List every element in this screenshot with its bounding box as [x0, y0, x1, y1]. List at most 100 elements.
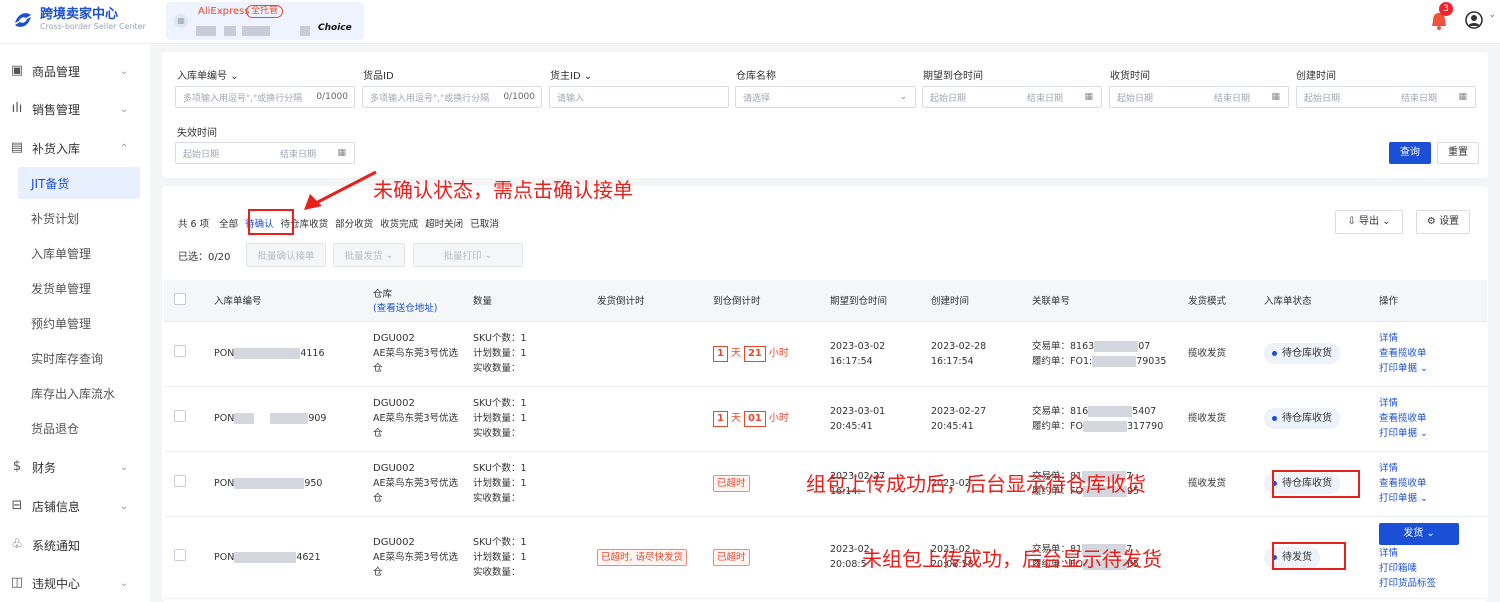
sidebar-sub-flow[interactable]: 库存出入库流水 — [0, 377, 150, 409]
brand-subtitle: Cross-border Seller Center — [40, 22, 146, 31]
ship-button[interactable]: 发货 ⌄ — [1379, 523, 1459, 545]
table-row: PON 909 DGU002 AE菜鸟东莞3号优选仓 SKU个数：1 计划数量：1 实收… — [164, 386, 1487, 452]
print-docs-link[interactable]: 打印单据 ⌄ — [1379, 426, 1487, 441]
view-address-link[interactable]: (查看送仓地址) — [373, 300, 463, 314]
row-checkbox[interactable] — [174, 410, 186, 422]
filter-label-owner-id[interactable]: 货主ID ⌄ — [550, 67, 592, 82]
query-button[interactable]: 查询 — [1389, 142, 1431, 164]
tab-all[interactable]: 全部 — [219, 216, 238, 230]
calendar-icon: ▦ — [1458, 92, 1467, 102]
user-icon[interactable]: ⌄ — [1464, 10, 1496, 34]
tab-timeout[interactable]: 超时关闭 — [425, 216, 463, 230]
tab-partial[interactable]: 部分收货 — [335, 216, 373, 230]
row-checkbox[interactable] — [174, 475, 186, 487]
gear-icon: ⚙ — [1426, 216, 1436, 227]
warehouse: DGU002 AE菜鸟东莞3号优选仓 — [363, 451, 463, 517]
top-bar: 跨境卖家中心 Cross-border Seller Center ▦ AliE… — [0, 0, 1500, 44]
logo[interactable]: 跨境卖家中心 Cross-border Seller Center — [12, 8, 146, 32]
warehouse-select[interactable]: 请选择 ⌄ — [735, 86, 916, 108]
col-mode: 发货模式 — [1178, 280, 1254, 322]
batch-print-button[interactable]: 批量打印 ⌄ — [413, 243, 523, 267]
view-pickup-link[interactable]: 查看揽收单 — [1379, 346, 1487, 361]
sidebar-sub-inbound[interactable]: 入库单管理 — [0, 237, 150, 269]
detail-link[interactable]: 详情 — [1379, 396, 1487, 411]
sidebar-item-restock[interactable]: ▤ 补货入库 ⌃ — [0, 132, 150, 164]
col-warehouse: 仓库 (查看送仓地址) — [363, 280, 463, 322]
chevron-up-icon: ⌃ — [120, 142, 129, 154]
choice-logo: Choice — [318, 23, 352, 33]
annotation-pending-receive: 组包上传成功后，后台显示待仓库收货 — [806, 472, 1146, 496]
chevron-down-icon: ⌄ — [899, 92, 907, 102]
store-avatar-icon: ▦ — [174, 14, 188, 28]
sidebar-item-label: 补货入库 — [32, 141, 81, 156]
filter-label-created: 创建时间 — [1296, 71, 1336, 82]
order-no: PON 4116 — [204, 321, 363, 387]
sidebar-item-label: 商品管理 — [32, 64, 81, 79]
reset-button[interactable]: 重置 — [1437, 142, 1479, 164]
tab-cancelled[interactable]: 已取消 — [470, 216, 499, 230]
batch-confirm-button[interactable]: 批量确认接单 — [246, 243, 326, 267]
filter-panel — [162, 52, 1488, 178]
batch-ship-button[interactable]: 批量发货 ⌄ — [333, 243, 405, 267]
col-status: 入库单状态 — [1254, 280, 1369, 322]
status-badge: 待仓库收货 — [1264, 408, 1340, 429]
view-pickup-link[interactable]: 查看揽收单 — [1379, 476, 1487, 491]
tab-complete[interactable]: 收货完成 — [380, 216, 418, 230]
settings-button[interactable]: ⚙ 设置 — [1416, 210, 1470, 234]
restock-icon: ▤ — [10, 140, 24, 155]
annotation-box-confirm — [248, 209, 294, 235]
expire-date-range[interactable]: 起始日期 结束日期 ▦ — [175, 142, 355, 164]
sidebar-item-shop[interactable]: ⊟ 店铺信息 ⌄ — [0, 490, 150, 522]
arrive-countdown: 1 天 21 小时 — [703, 321, 820, 387]
col-ship-countdown: 发货倒计时 — [587, 280, 703, 322]
order-no-input[interactable]: 多项输入用逗号","或换行分隔 0/1000 — [175, 86, 355, 108]
sidebar-item-finance[interactable]: $ 财务 ⌄ — [0, 451, 150, 483]
col-related: 关联单号 — [1022, 280, 1178, 322]
created-date-range[interactable]: 起始日期 结束日期 ▦ — [1296, 86, 1476, 108]
row-checkbox[interactable] — [174, 548, 186, 561]
sidebar-sub-jit[interactable]: JIT备货 — [18, 167, 140, 199]
ship-countdown — [587, 321, 703, 387]
print-docs-link[interactable]: 打印单据 ⌄ — [1379, 361, 1487, 376]
expected-date-range[interactable]: 起始日期 结束日期 ▦ — [922, 86, 1102, 108]
order-no: PON 950 — [204, 451, 363, 517]
sidebar-item-violation[interactable]: ◫ 违规中心 ⌄ — [0, 567, 150, 599]
detail-link[interactable]: 详情 — [1379, 461, 1487, 476]
goods-id-input[interactable]: 多项输入用逗号","或换行分隔 0/1000 — [362, 86, 542, 108]
annotation-pending-confirm: 未确认状态，需点击确认接单 — [373, 178, 633, 202]
annotation-box-ship — [1272, 542, 1346, 570]
sidebar-item-product[interactable]: ▣ 商品管理 ⌄ — [0, 55, 150, 87]
filter-label-order-no[interactable]: 入库单编号 ⌄ — [177, 67, 239, 82]
annotation-arrow-icon — [304, 170, 377, 210]
print-docs-link[interactable]: 打印单据 ⌄ — [1379, 491, 1487, 506]
status-badge: 待仓库收货 — [1264, 343, 1340, 364]
store-name: AliExpress — [198, 6, 250, 17]
store-switcher[interactable]: ▦ AliExpress 全托管 Choice — [166, 2, 364, 40]
detail-link[interactable]: 详情 — [1379, 331, 1487, 346]
view-pickup-link[interactable]: 查看揽收单 — [1379, 411, 1487, 426]
print-goods-label-link[interactable]: 打印货品标签 — [1379, 576, 1487, 591]
print-box-label-link[interactable]: 打印箱唛 — [1379, 561, 1487, 576]
annotation-pending-ship: 未组包上传成功，后台显示待发货 — [862, 547, 1162, 571]
ship-countdown — [587, 451, 703, 517]
sidebar-sub-plan[interactable]: 补货计划 — [0, 202, 150, 234]
col-order-no: 入库单编号 — [204, 280, 363, 322]
export-button[interactable]: ⇩ 导出 ⌄ — [1335, 210, 1403, 234]
owner-id-input[interactable]: 请输入 — [549, 86, 729, 108]
created-time: 2023-02-27 20:45:41 — [921, 386, 1022, 452]
chevron-down-icon: ⌄ — [230, 71, 239, 82]
arrive-countdown: 已超时 — [703, 451, 820, 517]
sidebar-item-notify[interactable]: ♧ 系统通知 — [0, 529, 150, 561]
filter-label-warehouse: 仓库名称 — [736, 71, 776, 82]
received-date-range[interactable]: 起始日期 结束日期 ▦ — [1109, 86, 1289, 108]
col-qty: 数量 — [463, 280, 587, 322]
select-all-checkbox[interactable] — [174, 292, 186, 305]
sidebar-sub-shipping[interactable]: 发货单管理 — [0, 272, 150, 304]
sidebar-sub-stock[interactable]: 实时库存查询 — [0, 342, 150, 374]
sidebar-sub-return[interactable]: 货品退仓 — [0, 412, 150, 444]
row-checkbox[interactable] — [174, 345, 186, 357]
col-created: 创建时间 — [921, 280, 1022, 322]
sidebar-sub-booking[interactable]: 预约单管理 — [0, 307, 150, 339]
sidebar-item-sales[interactable]: ılı 销售管理 ⌄ — [0, 93, 150, 125]
detail-link[interactable]: 详情 — [1379, 546, 1487, 561]
